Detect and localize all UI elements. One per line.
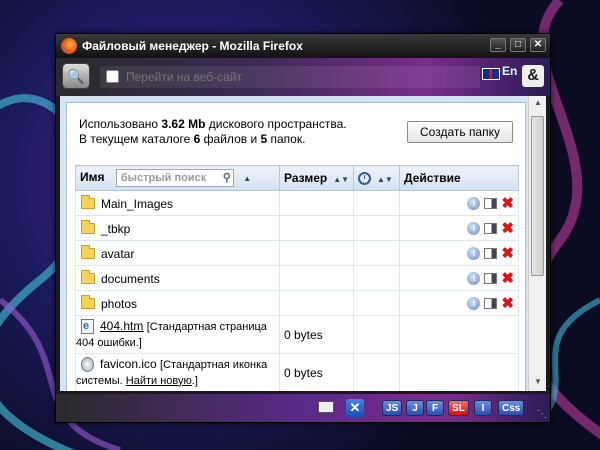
- edit-icon[interactable]: [484, 198, 498, 210]
- clock-icon: [358, 172, 371, 186]
- folder-name[interactable]: Main_Images: [101, 196, 173, 210]
- dir-label: В текущем каталоге: [79, 132, 194, 146]
- js-button[interactable]: JS: [382, 400, 403, 416]
- vertical-scrollbar[interactable]: ▲ ▼: [528, 96, 546, 391]
- search-icon: 🔍: [67, 68, 85, 84]
- folder-icon: [81, 244, 95, 259]
- maximize-button[interactable]: □: [510, 38, 526, 52]
- search-engine-button[interactable]: 🔍: [62, 63, 90, 89]
- folder-name[interactable]: avatar: [101, 246, 134, 260]
- flag-icon[interactable]: [482, 68, 500, 80]
- scroll-up-icon[interactable]: ▲: [532, 98, 544, 110]
- language-indicator[interactable]: En: [502, 64, 517, 78]
- table-row[interactable]: 404.htm [Стандартная страница 404 ошибки…: [75, 315, 519, 354]
- info-icon[interactable]: i: [467, 247, 481, 261]
- table-row[interactable]: Main_Images i ✖: [75, 190, 519, 216]
- table-row[interactable]: _tbkp i ✖: [75, 215, 519, 241]
- file-size: 0 bytes: [279, 315, 354, 354]
- site-icon: [106, 70, 119, 83]
- html-file-icon: [81, 318, 94, 334]
- close-button[interactable]: ✕: [530, 38, 546, 52]
- info-icon[interactable]: i: [467, 197, 481, 211]
- ico-file-icon: [81, 356, 94, 372]
- folder-icon: [81, 219, 95, 234]
- firefox-icon: [61, 38, 77, 54]
- delete-icon[interactable]: ✖: [501, 196, 514, 211]
- column-name-label: Имя: [80, 170, 105, 185]
- table-row[interactable]: photos i ✖: [75, 290, 519, 316]
- create-folder-button[interactable]: Создать папку: [407, 121, 513, 143]
- window-title: Файловый менеджер - Mozilla Firefox: [82, 39, 303, 53]
- folders-label: папок.: [267, 132, 306, 146]
- i-button[interactable]: I: [474, 400, 492, 416]
- delete-icon[interactable]: ✖: [501, 271, 514, 286]
- column-date[interactable]: ▲▼: [353, 165, 400, 191]
- sort-icon[interactable]: ▲▼: [377, 175, 393, 184]
- title-bar[interactable]: Файловый менеджер - Mozilla Firefox _ □ …: [56, 34, 550, 58]
- j-button[interactable]: J: [406, 400, 424, 416]
- files-label: файлов и: [200, 132, 261, 146]
- ampersand-button[interactable]: &: [522, 65, 544, 87]
- file-name[interactable]: favicon.ico: [100, 357, 157, 371]
- table-row[interactable]: documents i ✖: [75, 265, 519, 291]
- delete-icon[interactable]: ✖: [501, 246, 514, 261]
- column-action-label: Действие: [404, 171, 461, 185]
- edit-icon[interactable]: [484, 248, 498, 260]
- edit-icon[interactable]: [484, 273, 498, 285]
- minimize-button[interactable]: _: [490, 38, 506, 52]
- sort-icon[interactable]: ▲▼: [333, 175, 349, 184]
- info-icon[interactable]: i: [467, 297, 481, 311]
- file-manager-panel: Использовано 3.62 Mb дискового пространс…: [66, 102, 526, 391]
- folder-name[interactable]: photos: [101, 296, 137, 310]
- folder-name[interactable]: _tbkp: [101, 221, 130, 235]
- f-button[interactable]: F: [426, 400, 444, 416]
- info-icon[interactable]: i: [467, 272, 481, 286]
- column-size-label: Размер: [284, 171, 328, 185]
- browser-window: Файловый менеджер - Mozilla Firefox _ □ …: [55, 33, 551, 423]
- column-name[interactable]: Имя быстрый поиск ⚲ ▲: [75, 165, 280, 191]
- disk-usage-info: Использовано 3.62 Mb дискового пространс…: [79, 117, 347, 147]
- column-action: Действие: [399, 165, 519, 191]
- table-row[interactable]: avatar i ✖: [75, 240, 519, 266]
- sl-button[interactable]: SL: [448, 400, 469, 416]
- quick-search-input[interactable]: быстрый поиск ⚲: [115, 169, 234, 187]
- status-bar: ✕ JS J F SL I Css ⋱: [56, 394, 550, 422]
- file-size: 0 bytes: [279, 353, 354, 391]
- info-icon[interactable]: i: [467, 222, 481, 236]
- scroll-thumb[interactable]: [531, 116, 544, 276]
- usage-suffix: дискового пространства.: [205, 117, 347, 131]
- folder-name[interactable]: documents: [101, 271, 160, 285]
- column-size[interactable]: Размер ▲▼: [279, 165, 354, 191]
- css-button[interactable]: Css: [498, 400, 525, 416]
- file-description-end: .]: [191, 374, 198, 387]
- delete-icon[interactable]: ✖: [501, 221, 514, 236]
- scroll-down-icon[interactable]: ▼: [532, 377, 544, 389]
- folder-icon: [81, 269, 95, 284]
- search-icon: ⚲: [222, 172, 231, 184]
- edit-icon[interactable]: [484, 223, 498, 235]
- find-new-link[interactable]: Найти новую: [126, 375, 192, 387]
- file-table: Имя быстрый поиск ⚲ ▲ Размер ▲▼ ▲▼ Действи…: [75, 165, 519, 391]
- file-name[interactable]: 404.htm: [100, 319, 143, 333]
- url-input[interactable]: [124, 68, 424, 86]
- usage-label: Использовано: [79, 117, 162, 131]
- url-bar[interactable]: [100, 66, 480, 88]
- folder-icon: [81, 294, 95, 309]
- quick-search-placeholder: быстрый поиск: [120, 172, 207, 184]
- browser-toolbar: 🔍 En &: [56, 58, 550, 96]
- folder-icon: [81, 194, 95, 209]
- table-row[interactable]: favicon.ico [Стандартная иконка системы.…: [75, 353, 519, 391]
- mail-icon[interactable]: [318, 401, 334, 413]
- edit-icon[interactable]: [484, 298, 498, 310]
- usage-value: 3.62 Mb: [161, 117, 206, 131]
- page-content: Использовано 3.62 Mb дискового пространс…: [60, 96, 546, 391]
- extension-icon[interactable]: ✕: [346, 399, 364, 417]
- resize-grip-icon[interactable]: ⋱: [537, 409, 547, 420]
- sort-asc-icon[interactable]: ▲: [243, 174, 251, 183]
- delete-icon[interactable]: ✖: [501, 296, 514, 311]
